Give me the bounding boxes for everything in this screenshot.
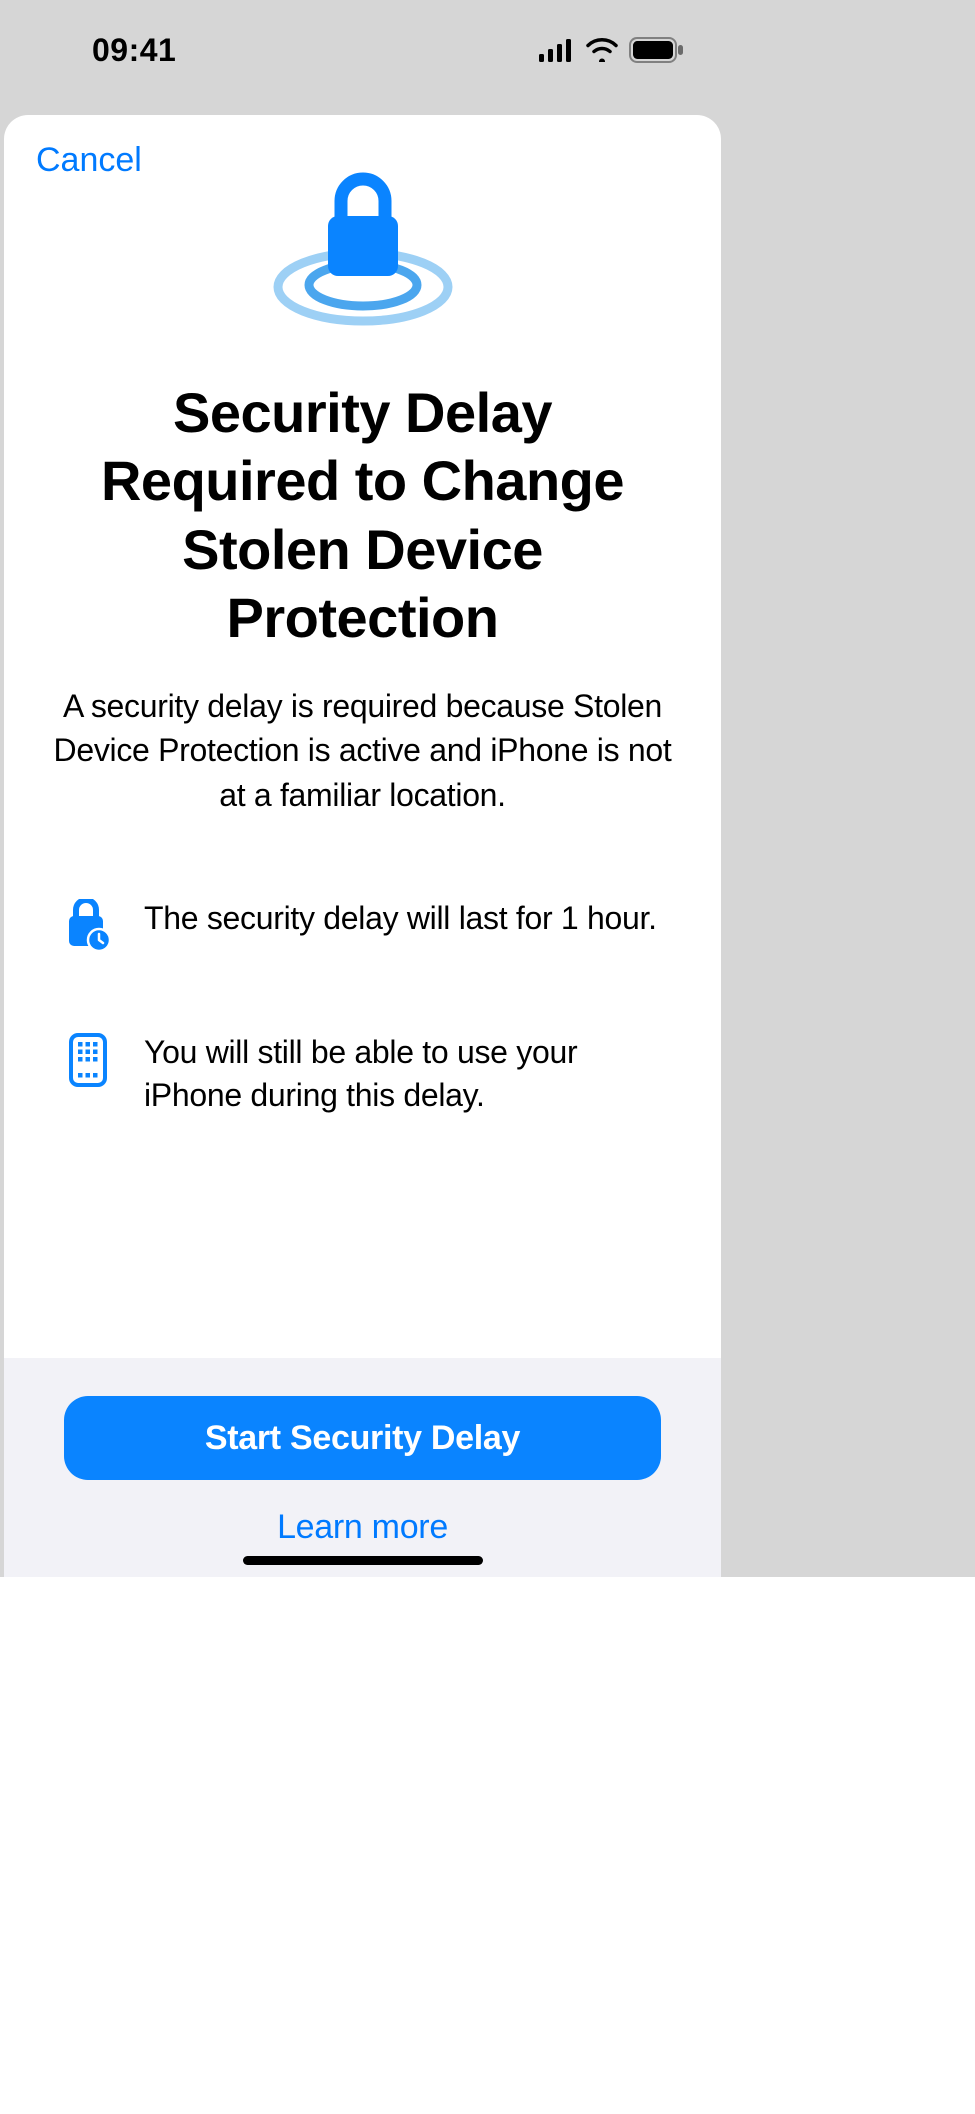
status-bar: 09:41 <box>0 0 725 100</box>
page-title: Security Delay Required to Change Stolen… <box>52 379 673 652</box>
article-background <box>0 1577 975 2114</box>
learn-more-link[interactable]: Learn more <box>277 1508 448 1547</box>
battery-icon <box>629 37 685 63</box>
cancel-button[interactable]: Cancel <box>36 141 142 180</box>
phone-apps-icon <box>62 1031 114 1087</box>
page-subtitle: A security delay is required because Sto… <box>52 684 673 816</box>
cellular-icon <box>539 38 575 62</box>
status-time: 09:41 <box>92 32 176 69</box>
sheet-footer: Start Security Delay Learn more <box>4 1358 721 1577</box>
status-indicators <box>539 37 685 63</box>
lock-location-icon <box>268 159 458 339</box>
modal-sheet: Cancel Security Delay Required to Change… <box>4 115 721 1577</box>
feature-list: The security delay will last for 1 hour. <box>52 897 673 1117</box>
feature-text: The security delay will last for 1 hour. <box>144 897 657 940</box>
feature-row: You will still be able to use your iPhon… <box>52 1031 673 1117</box>
phone-frame: 09:41 <box>0 0 725 1577</box>
start-security-delay-button[interactable]: Start Security Delay <box>64 1396 661 1480</box>
lock-clock-icon <box>62 897 114 951</box>
feature-text: You will still be able to use your iPhon… <box>144 1031 663 1117</box>
feature-row: The security delay will last for 1 hour. <box>52 897 673 951</box>
wifi-icon <box>585 38 619 62</box>
home-indicator[interactable] <box>243 1556 483 1565</box>
sheet-body: Security Delay Required to Change Stolen… <box>4 189 721 1358</box>
